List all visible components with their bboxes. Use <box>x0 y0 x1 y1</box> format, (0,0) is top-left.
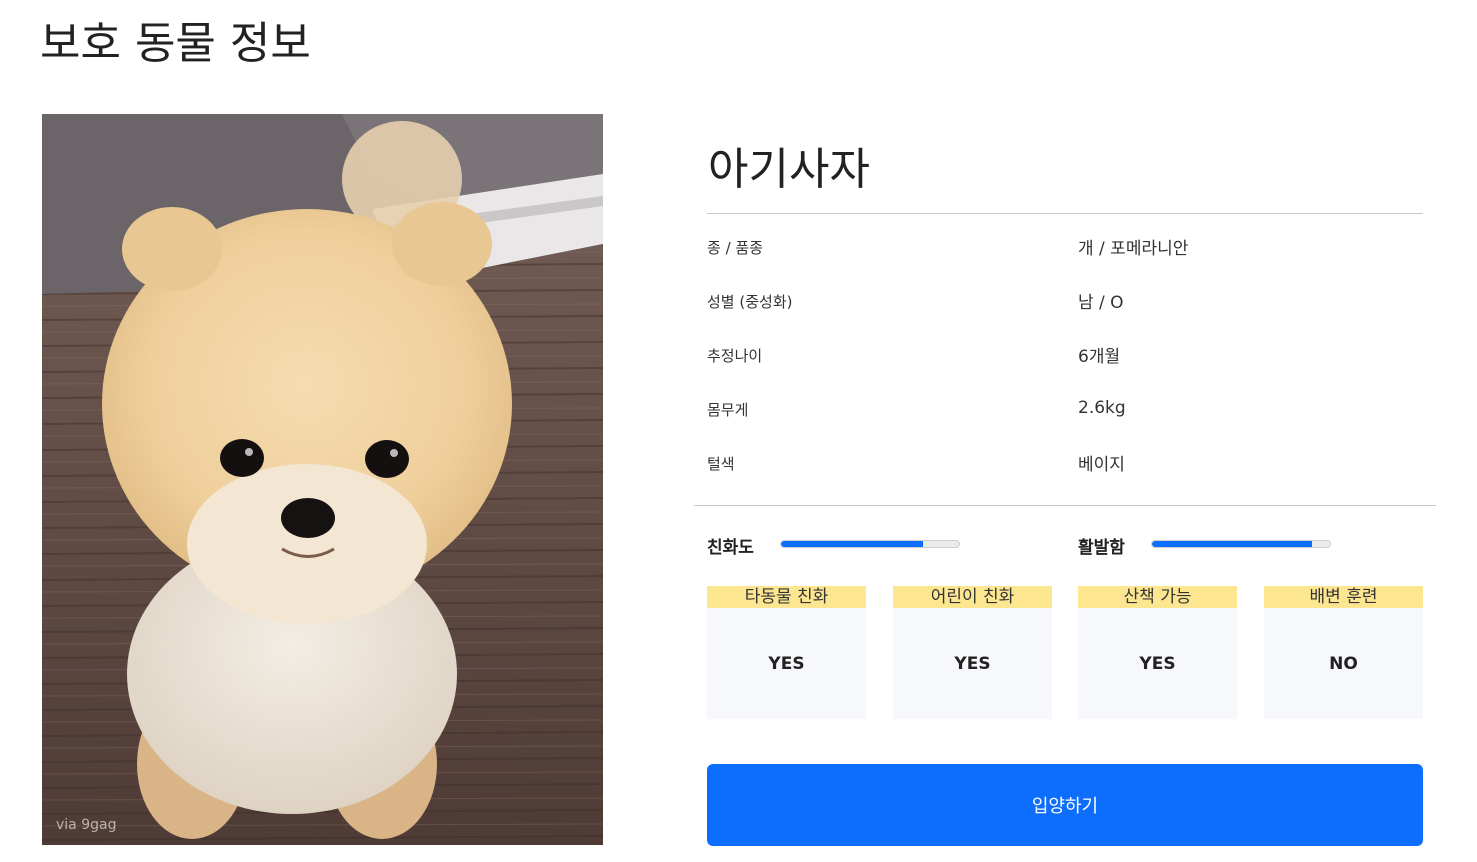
photo-credit: via 9gag <box>56 817 117 833</box>
trait-label: 어린이 친화 <box>893 586 1052 608</box>
info-row-age: 추정나이 6개월 <box>707 342 1423 372</box>
info-value: 2.6kg <box>1078 398 1126 418</box>
trait-label: 산책 가능 <box>1078 586 1237 608</box>
meter-label: 활발함 <box>1078 538 1125 558</box>
trait-label: 타동물 친화 <box>707 586 866 608</box>
page: 보호 동물 정보 via 9gag 아기사자 종 / 품종 개 / 포메라니안 … <box>0 0 1477 862</box>
trait-card-walk: 산책 가능 YES <box>1078 586 1237 719</box>
trait-card-children: 어린이 친화 YES <box>893 586 1052 719</box>
info-value: 남 / O <box>1078 293 1124 313</box>
info-row-color: 털색 베이지 <box>707 450 1423 480</box>
info-row-sex: 성별 (중성화) 남 / O <box>707 288 1423 318</box>
trait-value: YES <box>768 654 805 674</box>
info-label: 몸무게 <box>707 401 749 419</box>
meter-track <box>780 540 960 548</box>
adopt-button[interactable]: 입양하기 <box>707 764 1423 846</box>
divider <box>707 213 1423 214</box>
page-title: 보호 동물 정보 <box>40 18 311 69</box>
meter-label: 친화도 <box>707 538 754 558</box>
divider <box>694 505 1436 506</box>
trait-card-potty-training: 배변 훈련 NO <box>1264 586 1423 719</box>
trait-label: 배변 훈련 <box>1264 586 1423 608</box>
info-label: 추정나이 <box>707 347 763 365</box>
meter-track <box>1151 540 1331 548</box>
info-value: 베이지 <box>1078 455 1125 475</box>
info-label: 털색 <box>707 455 735 473</box>
info-row-species: 종 / 품종 개 / 포메라니안 <box>707 234 1423 264</box>
activity-meter: 활발함 <box>1078 533 1338 558</box>
animal-photo: via 9gag <box>42 114 603 845</box>
info-label: 성별 (중성화) <box>707 293 793 311</box>
trait-value: YES <box>1139 654 1176 674</box>
info-value: 6개월 <box>1078 347 1121 367</box>
trait-card-other-animals: 타동물 친화 YES <box>707 586 866 719</box>
info-row-weight: 몸무게 2.6kg <box>707 396 1423 426</box>
meter-fill <box>1152 541 1313 547</box>
friendliness-meter: 친화도 <box>707 533 967 558</box>
info-label: 종 / 품종 <box>707 239 763 257</box>
animal-name: 아기사자 <box>708 144 870 195</box>
trait-value: NO <box>1329 654 1358 674</box>
trait-value: YES <box>954 654 991 674</box>
meter-fill <box>781 541 924 547</box>
info-value: 개 / 포메라니안 <box>1078 239 1189 259</box>
